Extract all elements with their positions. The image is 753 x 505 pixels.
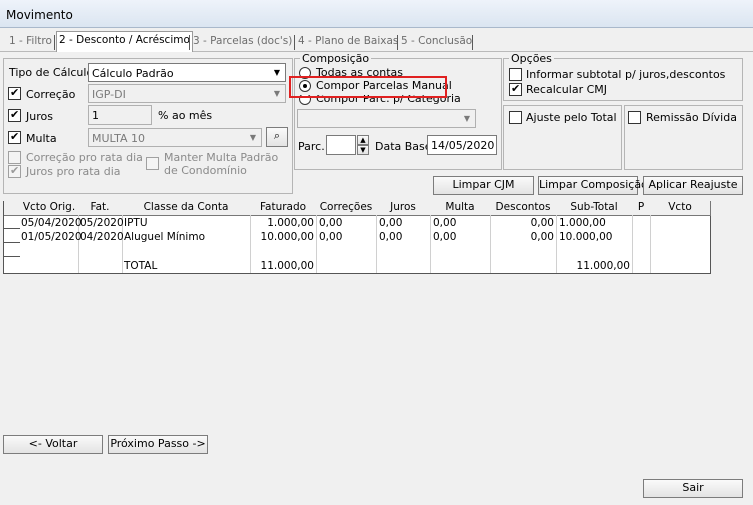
col-vcto[interactable]: Vcto xyxy=(650,201,711,216)
tab-desconto-acrescimo[interactable]: 2 - Desconto / Acréscimo xyxy=(56,31,193,52)
tab-conclusao[interactable]: 5 - Conclusão xyxy=(399,33,474,51)
chevron-down-icon: ▼ xyxy=(463,114,471,123)
composicao-title: Composição xyxy=(300,52,372,65)
cell-descontos[interactable]: 0,00 xyxy=(490,216,554,230)
opcoes-title: Opções xyxy=(509,52,554,65)
cell-descontos[interactable]: 0,00 xyxy=(490,230,554,244)
juros-pro-rata-checkbox[interactable] xyxy=(8,164,21,178)
col-descontos[interactable]: Descontos xyxy=(490,201,557,216)
correcao-pro-rata-label: Correção pro rata dia xyxy=(26,151,143,164)
proximo-passo-button[interactable]: Próximo Passo -> xyxy=(108,435,208,454)
recalcular-cmj-checkbox[interactable] xyxy=(509,82,522,96)
juros-unit: % ao mês xyxy=(158,109,213,122)
tipo-calculo-label: Tipo de Cálculo xyxy=(9,66,94,79)
cell-correcoes[interactable]: 0,00 xyxy=(319,230,342,244)
cell-juros[interactable]: 0,00 xyxy=(379,216,402,230)
cell-faturado[interactable]: 1.000,00 xyxy=(250,216,314,230)
informar-subtotal-label: Informar subtotal p/ juros,descontos xyxy=(526,68,726,81)
limpar-composicao-button[interactable]: Limpar Composição xyxy=(538,176,648,195)
cell-subtotal[interactable]: 1.000,00 xyxy=(559,216,606,230)
remissao-divida-label: Remissão Dívida xyxy=(646,111,737,124)
data-base-label: Data Base xyxy=(375,140,432,153)
col-correcoes[interactable]: Correções xyxy=(316,201,377,216)
cell-multa[interactable]: 0,00 xyxy=(433,216,456,230)
col-faturado[interactable]: Faturado xyxy=(250,201,317,216)
ajuste-total-label: Ajuste pelo Total xyxy=(526,111,617,124)
cell-fat[interactable]: 05/2020 xyxy=(80,216,124,230)
col-classe-conta[interactable]: Classe da Conta xyxy=(122,201,251,216)
ajuste-total-checkbox[interactable] xyxy=(509,111,522,124)
correcao-checkbox[interactable] xyxy=(8,86,21,100)
parcelas-grid[interactable]: Vcto Orig. Fat. Classe da Conta Faturado… xyxy=(3,201,711,274)
manter-multa-checkbox[interactable] xyxy=(146,157,159,170)
voltar-button[interactable]: <- Voltar xyxy=(3,435,103,454)
highlight-box xyxy=(289,76,447,98)
col-juros[interactable]: Juros xyxy=(376,201,431,216)
cell-classe-conta[interactable]: Aluguel Mínimo xyxy=(124,230,205,244)
chevron-down-icon: ▼ xyxy=(273,68,281,77)
row-indicator-header xyxy=(4,201,21,216)
multa-label: Multa xyxy=(26,132,57,145)
sair-button[interactable]: Sair xyxy=(643,479,743,498)
remissao-divida-checkbox[interactable] xyxy=(628,111,641,124)
parc-up-button[interactable]: ▲ xyxy=(357,135,369,145)
aplicar-reajuste-button[interactable]: Aplicar Reajuste xyxy=(643,176,743,195)
parc-down-button[interactable]: ▼ xyxy=(357,145,369,155)
juros-input[interactable]: 1 xyxy=(88,105,152,125)
chevron-down-icon: ▼ xyxy=(273,89,281,98)
col-p[interactable]: P xyxy=(632,201,651,216)
tab-filtro[interactable]: 1 - Filtro xyxy=(7,33,54,51)
data-base-input[interactable]: 14/05/2020 xyxy=(427,135,497,155)
limpar-cjm-button[interactable]: Limpar CJM xyxy=(433,176,534,195)
tab-parcelas[interactable]: 3 - Parcelas (doc's) xyxy=(191,33,294,51)
cell-faturado[interactable]: 10.000,00 xyxy=(250,230,314,244)
recalcular-cmj-label: Recalcular CMJ xyxy=(526,83,608,96)
cell-classe-conta[interactable]: IPTU xyxy=(124,216,148,230)
tab-plano-baixas[interactable]: 4 - Plano de Baixas xyxy=(296,33,400,51)
juros-label: Juros xyxy=(26,110,53,123)
binoculars-icon[interactable]: ⌕ xyxy=(266,127,288,147)
tipo-calculo-select[interactable]: Cálculo Padrão ▼ xyxy=(88,63,286,82)
window-title: Movimento xyxy=(6,8,73,22)
cell-vcto-orig[interactable]: 01/05/2020 xyxy=(21,230,82,244)
col-fat[interactable]: Fat. xyxy=(78,201,123,216)
correcao-select[interactable]: IGP-DI ▼ xyxy=(88,84,286,103)
col-subtotal[interactable]: Sub-Total xyxy=(556,201,633,216)
correcao-label: Correção xyxy=(26,88,76,101)
chevron-down-icon: ▼ xyxy=(249,133,257,142)
window-titlebar: Movimento xyxy=(0,0,753,28)
parc-label: Parc. xyxy=(298,140,325,153)
informar-subtotal-checkbox[interactable] xyxy=(509,68,522,81)
cell-vcto-orig[interactable]: 05/04/2020 xyxy=(21,216,82,230)
cell-correcoes[interactable]: 0,00 xyxy=(319,216,342,230)
cell-juros[interactable]: 0,00 xyxy=(379,230,402,244)
cell-multa[interactable]: 0,00 xyxy=(433,230,456,244)
categoria-select[interactable]: ▼ xyxy=(297,109,476,128)
juros-pro-rata-label: Juros pro rata dia xyxy=(26,165,121,178)
total-subtotal: 11.000,00 xyxy=(576,260,630,272)
col-vcto-orig[interactable]: Vcto Orig. xyxy=(20,201,79,216)
manter-multa-label-2: de Condomínio xyxy=(164,164,247,177)
cell-fat[interactable]: 04/2020 xyxy=(80,230,124,244)
total-faturado: 11.000,00 xyxy=(260,260,314,272)
multa-checkbox[interactable] xyxy=(8,130,21,144)
manter-multa-label-1: Manter Multa Padrão xyxy=(164,151,279,164)
col-multa[interactable]: Multa xyxy=(430,201,491,216)
total-label: TOTAL xyxy=(124,260,158,272)
multa-select[interactable]: MULTA 10 ▼ xyxy=(88,128,262,147)
cell-subtotal[interactable]: 10.000,00 xyxy=(559,230,612,244)
correcao-pro-rata-checkbox[interactable] xyxy=(8,151,21,164)
parc-input[interactable] xyxy=(326,135,356,155)
juros-checkbox[interactable] xyxy=(8,108,21,122)
